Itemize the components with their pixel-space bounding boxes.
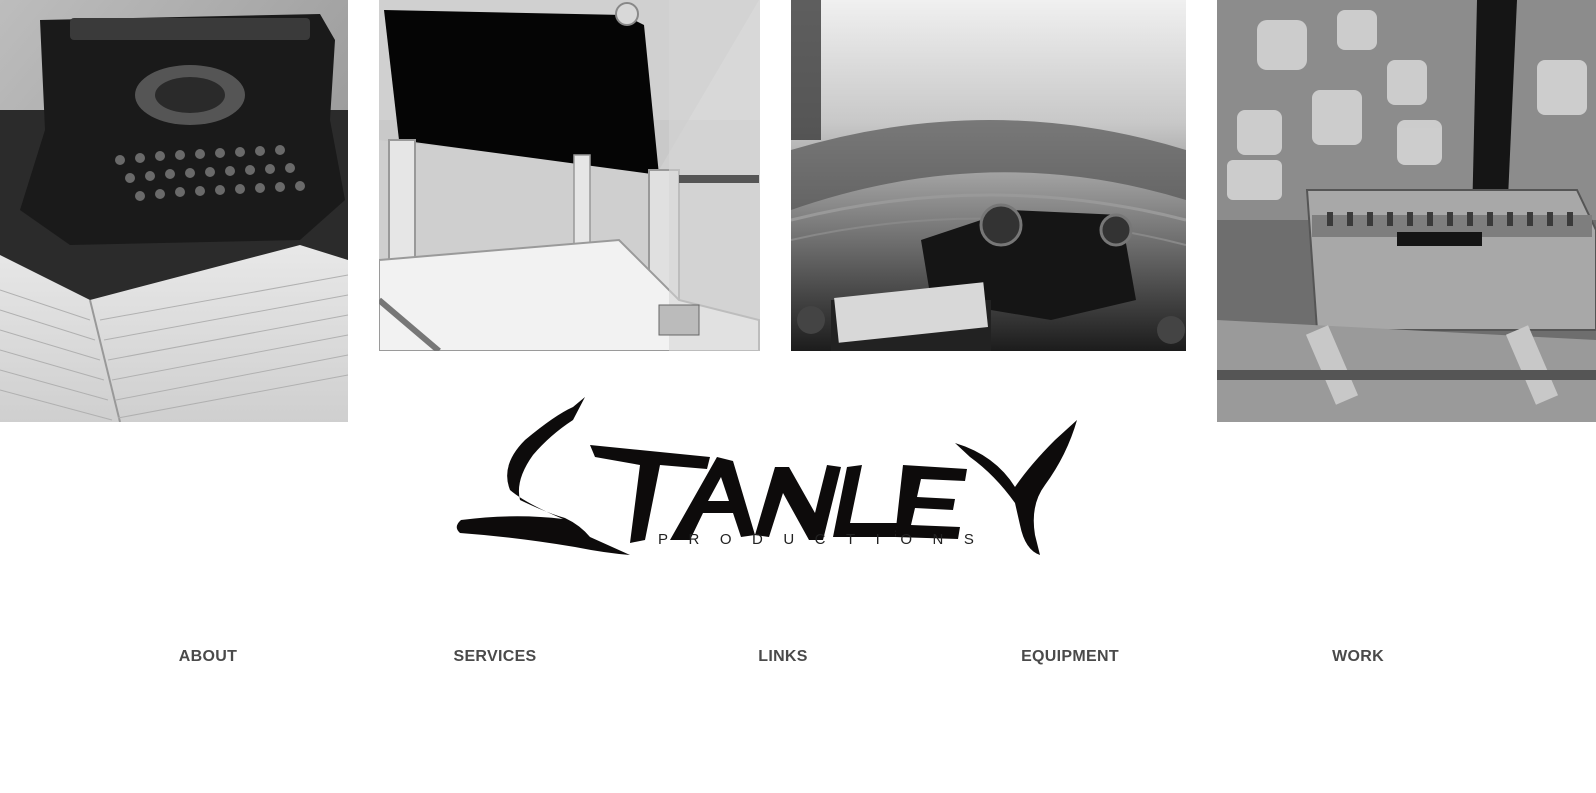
nav-links[interactable]: LINKS — [758, 648, 808, 666]
film-splicer-photo — [1217, 0, 1596, 422]
nav-services[interactable]: SERVICES — [453, 648, 536, 666]
film-reel-photo — [791, 0, 1186, 351]
directors-chair-photo — [379, 0, 760, 351]
nav-about[interactable]: ABOUT — [179, 648, 237, 666]
nav-work[interactable]: WORK — [1332, 648, 1384, 666]
main-nav: ABOUT SERVICES LINKS EQUIPMENT WORK — [0, 648, 1596, 670]
logo-subtitle: PRODUCTIONS — [658, 531, 995, 548]
stanley-productions-logo: PRODUCTIONS — [455, 395, 1105, 565]
nav-equipment[interactable]: EQUIPMENT — [1021, 648, 1119, 666]
typewriter-photo — [0, 0, 348, 422]
